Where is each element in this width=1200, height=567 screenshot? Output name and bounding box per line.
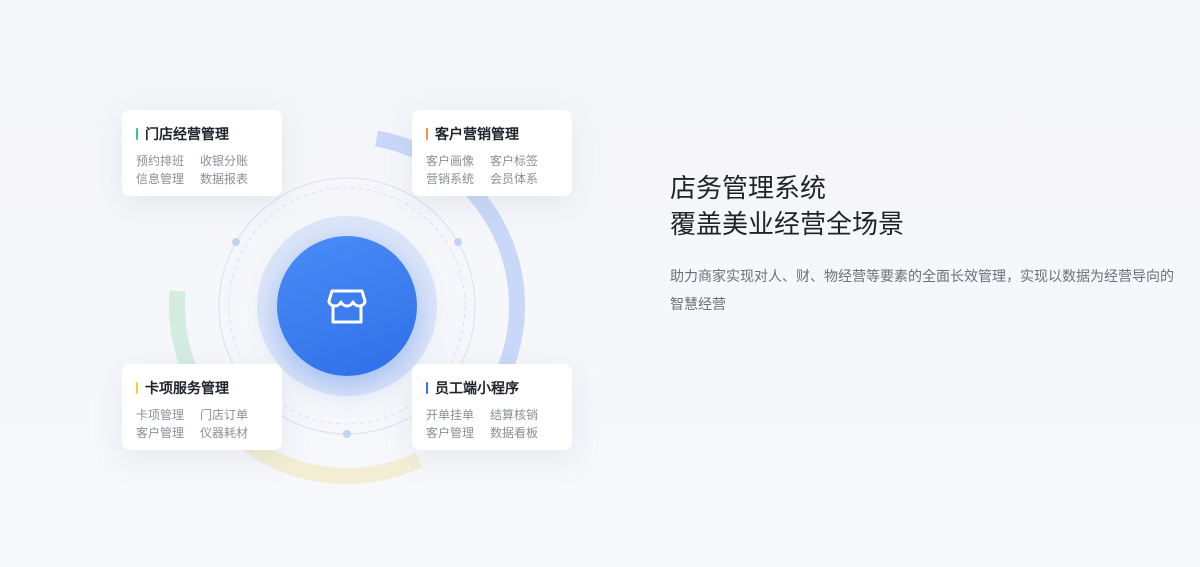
ring-dot — [343, 430, 351, 438]
feature-copy: 店务管理系统 覆盖美业经营全场景 助力商家实现对人、财、物经营等要素的全面长效管… — [670, 170, 1180, 318]
card-item: 客户画像 — [426, 154, 475, 168]
card-card-services: 卡项服务管理 卡项管理 门店订单 客户管理 仪器耗材 — [122, 364, 282, 450]
card-title: 卡项服务管理 — [136, 380, 268, 396]
card-item: 数据报表 — [200, 172, 249, 186]
card-item: 信息管理 — [136, 172, 185, 186]
card-item: 结算核销 — [490, 408, 539, 422]
card-item: 门店订单 — [200, 408, 249, 422]
store-icon — [327, 289, 367, 324]
card-title: 门店经营管理 — [136, 126, 268, 142]
headline-line-1: 店务管理系统 — [670, 173, 827, 203]
card-store-operations: 门店经营管理 预约排班 收银分账 信息管理 数据报表 — [122, 110, 282, 196]
card-title: 员工端小程序 — [426, 380, 558, 396]
card-item: 客户管理 — [426, 426, 475, 440]
card-item: 营销系统 — [426, 172, 475, 186]
card-item: 预约排班 — [136, 154, 185, 168]
card-item: 卡项管理 — [136, 408, 185, 422]
ring-dot — [454, 238, 462, 246]
card-item: 会员体系 — [490, 172, 539, 186]
description: 助力商家实现对人、财、物经营等要素的全面长效管理，实现以数据为经营导向的智慧经营 — [670, 268, 1174, 312]
card-customer-marketing: 客户营销管理 客户画像 客户标签 营销系统 会员体系 — [412, 110, 572, 196]
headline: 店务管理系统 覆盖美业经营全场景 — [670, 170, 1180, 242]
card-title: 客户营销管理 — [426, 126, 558, 142]
headline-line-2: 覆盖美业经营全场景 — [670, 209, 905, 239]
card-item: 收银分账 — [200, 154, 249, 168]
center-store-badge — [277, 236, 417, 376]
card-item: 仪器耗材 — [200, 426, 249, 440]
ring-dot — [232, 238, 240, 246]
card-item: 客户管理 — [136, 426, 185, 440]
card-item: 数据看板 — [490, 426, 539, 440]
card-staff-miniprogram: 员工端小程序 开单挂单 结算核销 客户管理 数据看板 — [412, 364, 572, 450]
card-item: 客户标签 — [490, 154, 539, 168]
system-diagram: 门店经营管理 预约排班 收银分账 信息管理 数据报表 客户营销管理 客户画像 客… — [0, 0, 640, 567]
card-item: 开单挂单 — [426, 408, 475, 422]
